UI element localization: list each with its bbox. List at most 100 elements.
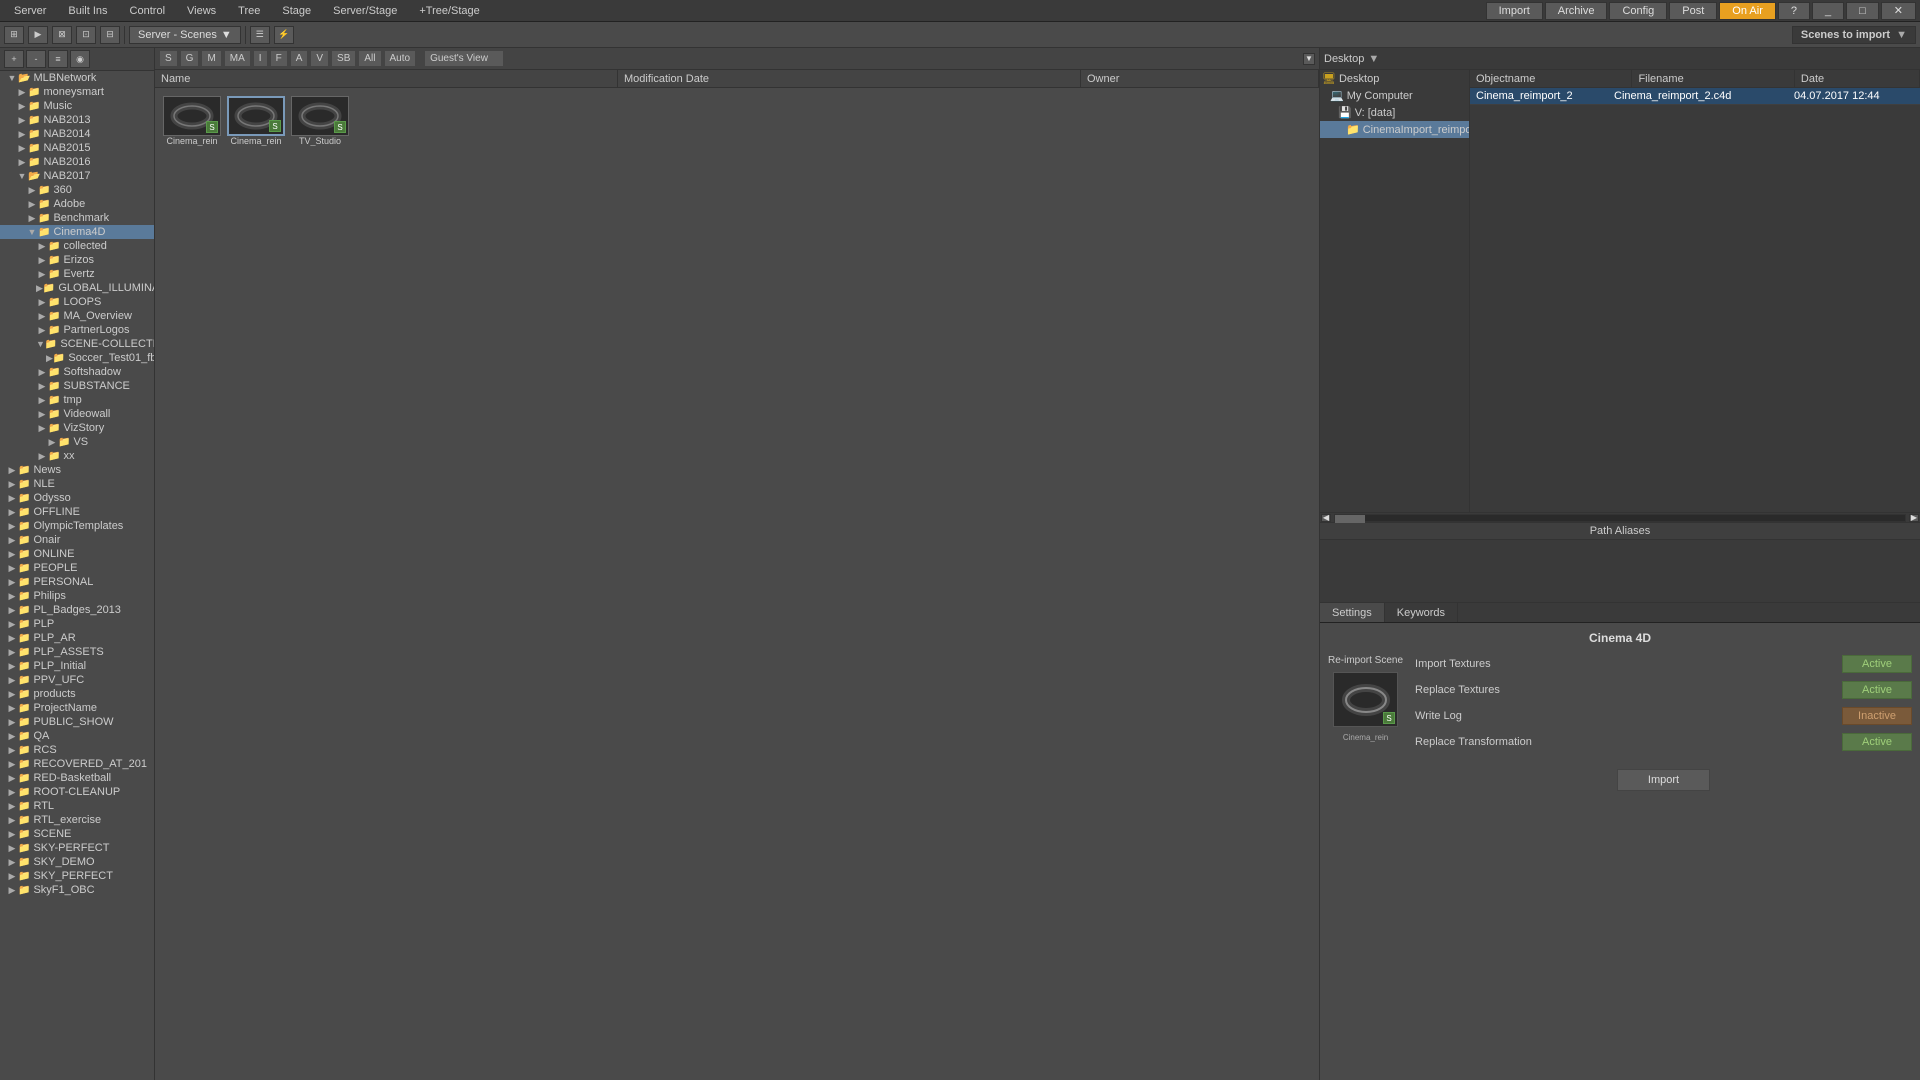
tree-item-onair[interactable]: ▶📁Onair xyxy=(0,533,154,547)
tree-item-moneysmart[interactable]: ▶📁moneysmart xyxy=(0,85,154,99)
view-btn-guestsview[interactable]: Guest's View xyxy=(424,50,504,67)
menu-server[interactable]: Server xyxy=(4,0,56,21)
tree-cinema-import[interactable]: 📁 CinemaImport_reimport xyxy=(1320,121,1469,138)
tree-item-olympictemplates[interactable]: ▶📁OlympicTemplates xyxy=(0,519,154,533)
menu-tree-stage[interactable]: +Tree/Stage xyxy=(409,0,489,21)
toolbar-icon-2[interactable]: ▶ xyxy=(28,26,48,44)
tree-item-ppv_ufc[interactable]: ▶📁PPV_UFC xyxy=(0,673,154,687)
toolbar-icon-5[interactable]: ⊟ xyxy=(100,26,120,44)
tree-item-vizstory[interactable]: ▶📁VizStory xyxy=(0,421,154,435)
tree-item-erizos[interactable]: ▶📁Erizos xyxy=(0,253,154,267)
view-btn-ma[interactable]: MA xyxy=(224,50,251,67)
left-tb-btn-2[interactable]: - xyxy=(26,50,46,68)
view-btn-g[interactable]: G xyxy=(180,50,200,67)
tree-item-products[interactable]: ▶📁products xyxy=(0,687,154,701)
left-tb-btn-3[interactable]: ≡ xyxy=(48,50,68,68)
tree-item-projectname[interactable]: ▶📁ProjectName xyxy=(0,701,154,715)
btn-import[interactable]: Import xyxy=(1486,2,1543,20)
tree-item-sky-perfect[interactable]: ▶📁SKY-PERFECT xyxy=(0,841,154,855)
view-btn-auto[interactable]: Auto xyxy=(384,50,417,67)
tree-item-rtl_exercise[interactable]: ▶📁RTL_exercise xyxy=(0,813,154,827)
tree-item-rcs[interactable]: ▶📁RCS xyxy=(0,743,154,757)
tree-item-sky_perfect[interactable]: ▶📁SKY_PERFECT xyxy=(0,869,154,883)
tree-item-nab2013[interactable]: ▶📁NAB2013 xyxy=(0,113,154,127)
scroll-right-btn[interactable]: ▶ xyxy=(1909,514,1919,522)
thumbnail-item-2[interactable]: STV_Studio xyxy=(291,96,349,146)
left-tb-btn-4[interactable]: ◉ xyxy=(70,50,90,68)
tree-item-adobe[interactable]: ▶📁Adobe xyxy=(0,197,154,211)
tree-item-skyf1_obc[interactable]: ▶📁SkyF1_OBC xyxy=(0,883,154,897)
menu-control[interactable]: Control xyxy=(120,0,175,21)
thumbnail-item-0[interactable]: SCinema_rein xyxy=(163,96,221,146)
tree-item-odysso[interactable]: ▶📁Odysso xyxy=(0,491,154,505)
menu-stage[interactable]: Stage xyxy=(272,0,321,21)
btn-maximize[interactable]: □ xyxy=(1846,2,1879,20)
tree-item-cinema4d[interactable]: ▼📁Cinema4D xyxy=(0,225,154,239)
menu-tree[interactable]: Tree xyxy=(228,0,270,21)
btn-archive[interactable]: Archive xyxy=(1545,2,1608,20)
import-textures-btn[interactable]: Active xyxy=(1842,655,1912,673)
btn-on-air[interactable]: On Air xyxy=(1719,2,1776,20)
view-btn-v[interactable]: V xyxy=(310,50,329,67)
tree-item-tmp[interactable]: ▶📁tmp xyxy=(0,393,154,407)
tree-item-evertz[interactable]: ▶📁Evertz xyxy=(0,267,154,281)
tree-item-softshadow[interactable]: ▶📁Softshadow xyxy=(0,365,154,379)
thumbnail-item-1[interactable]: SCinema_rein xyxy=(227,96,285,146)
toolbar-icon-7[interactable]: ⚡ xyxy=(274,26,294,44)
tree-item-scene[interactable]: ▶📁SCENE xyxy=(0,827,154,841)
tree-item-global_illuminati[interactable]: ▶📁GLOBAL_ILLUMINATI xyxy=(0,281,154,295)
tree-item-pl_badges_2013[interactable]: ▶📁PL_Badges_2013 xyxy=(0,603,154,617)
tree-item-news[interactable]: ▶📁News xyxy=(0,463,154,477)
tab-keywords[interactable]: Keywords xyxy=(1385,603,1458,622)
tree-desktop[interactable]: 🖥 Desktop xyxy=(1320,70,1469,87)
menu-views[interactable]: Views xyxy=(177,0,226,21)
btn-close[interactable]: ✕ xyxy=(1881,2,1916,20)
view-btn-all[interactable]: All xyxy=(358,50,381,67)
view-btn-f[interactable]: F xyxy=(270,50,288,67)
btn-minimize[interactable]: _ xyxy=(1812,2,1844,20)
tree-item-xx[interactable]: ▶📁xx xyxy=(0,449,154,463)
tree-item-qa[interactable]: ▶📁QA xyxy=(0,729,154,743)
tree-item-rtl[interactable]: ▶📁RTL xyxy=(0,799,154,813)
tab-settings[interactable]: Settings xyxy=(1320,603,1385,622)
file-scrollbar[interactable]: ◀ ▶ xyxy=(1320,512,1920,522)
view-btn-s[interactable]: S xyxy=(159,50,178,67)
tree-v-data[interactable]: 💾 V: [data] xyxy=(1320,104,1469,121)
tree-item-collected[interactable]: ▶📁collected xyxy=(0,239,154,253)
scrollbar-thumb[interactable] xyxy=(1335,515,1365,523)
tree-item-online[interactable]: ▶📁ONLINE xyxy=(0,547,154,561)
file-row-0[interactable]: Cinema_reimport_2Cinema_reimport_2.c4d04… xyxy=(1470,88,1920,105)
server-dropdown-icon[interactable]: ▼ xyxy=(221,29,232,41)
fb-dropdown-icon[interactable]: ▼ xyxy=(1368,53,1379,65)
tree-item-nab2017[interactable]: ▼📂NAB2017 xyxy=(0,169,154,183)
tree-item-plp_assets[interactable]: ▶📁PLP_ASSETS xyxy=(0,645,154,659)
tree-item-partnerlogos[interactable]: ▶📁PartnerLogos xyxy=(0,323,154,337)
toolbar-icon-1[interactable]: ⊞ xyxy=(4,26,24,44)
import-btn[interactable]: Import xyxy=(1617,769,1710,791)
tree-item-nle[interactable]: ▶📁NLE xyxy=(0,477,154,491)
tree-item-philips[interactable]: ▶📁Philips xyxy=(0,589,154,603)
write-log-btn[interactable]: Inactive xyxy=(1842,707,1912,725)
tree-item-loops[interactable]: ▶📁LOOPS xyxy=(0,295,154,309)
replace-textures-btn[interactable]: Active xyxy=(1842,681,1912,699)
filter-btn[interactable]: ▼ xyxy=(1303,53,1315,65)
toolbar-icon-6[interactable]: ☰ xyxy=(250,26,270,44)
view-btn-a[interactable]: A xyxy=(290,50,309,67)
toolbar-icon-4[interactable]: ⊡ xyxy=(76,26,96,44)
tree-item-offline[interactable]: ▶📁OFFLINE xyxy=(0,505,154,519)
tree-item-plp[interactable]: ▶📁PLP xyxy=(0,617,154,631)
left-tb-btn-1[interactable]: + xyxy=(4,50,24,68)
tree-item-360[interactable]: ▶📁360 xyxy=(0,183,154,197)
btn-config[interactable]: Config xyxy=(1609,2,1667,20)
tree-item-plp_initial[interactable]: ▶📁PLP_Initial xyxy=(0,659,154,673)
tree-item-nab2014[interactable]: ▶📁NAB2014 xyxy=(0,127,154,141)
view-btn-i[interactable]: I xyxy=(253,50,268,67)
tree-item-mlbnetwork[interactable]: ▼📂MLBNetwork xyxy=(0,71,154,85)
tree-my-computer[interactable]: 💻 My Computer xyxy=(1320,87,1469,104)
view-btn-sb[interactable]: SB xyxy=(331,50,356,67)
view-btn-m[interactable]: M xyxy=(201,50,221,67)
tree-item-personal[interactable]: ▶📁PERSONAL xyxy=(0,575,154,589)
btn-post[interactable]: Post xyxy=(1669,2,1717,20)
menu-server-stage[interactable]: Server/Stage xyxy=(323,0,407,21)
tree-item-recovered_at_201[interactable]: ▶📁RECOVERED_AT_201 xyxy=(0,757,154,771)
